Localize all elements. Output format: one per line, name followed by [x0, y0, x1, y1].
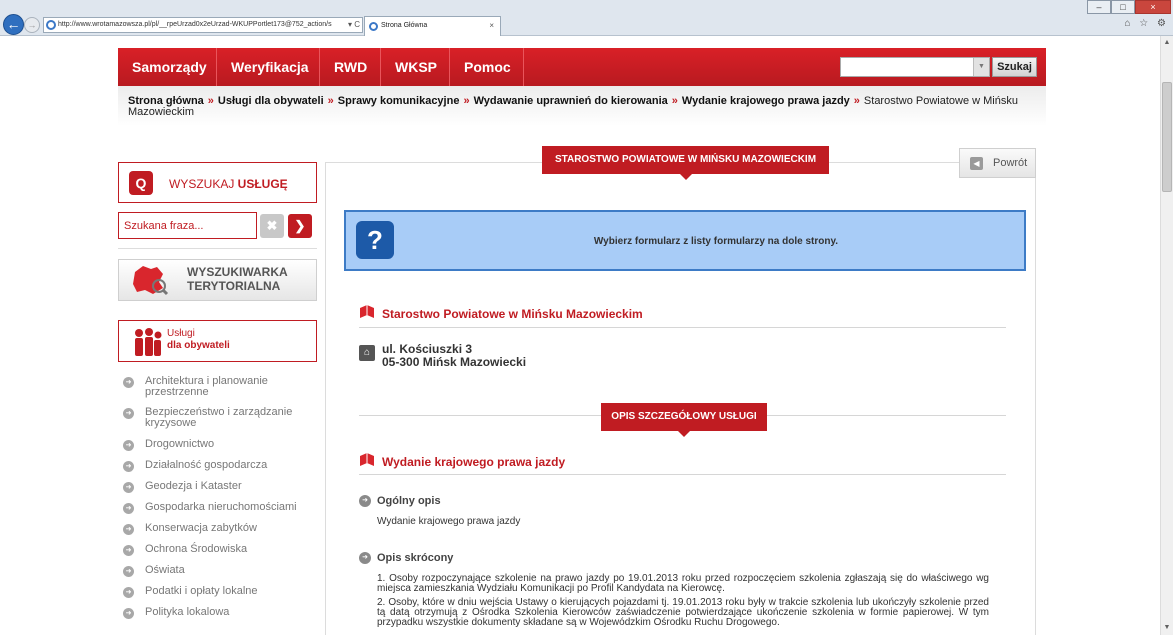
arrow-right-icon: ➜	[123, 608, 134, 619]
arrow-right-icon: ➜	[123, 440, 134, 451]
tab-close-icon[interactable]: ×	[489, 17, 494, 35]
menu-samorzady[interactable]: Samorządy	[132, 48, 207, 86]
window-controls: – □ ×	[1087, 0, 1171, 14]
chevron-down-icon[interactable]: ▼	[973, 58, 989, 76]
category-item[interactable]: ➜ Polityka lokalowa	[118, 607, 317, 619]
detail-ribbon: OPIS SZCZEGÓŁOWY USŁUGI	[601, 403, 767, 437]
general-text: Wydanie krajowego prawa jazdy	[377, 516, 521, 527]
back-arrow-icon[interactable]: ←	[3, 14, 24, 35]
office-address: ul. Kościuszki 3 05-300 Mińsk Mazowiecki	[382, 342, 527, 369]
tab-favicon-icon	[369, 22, 378, 31]
citizens-services-box[interactable]: Usługi dla obywateli	[118, 320, 317, 362]
tab-title: Strona Główna	[381, 22, 428, 29]
category-item[interactable]: ➜ Podatki i opłaty lokalne	[118, 586, 317, 598]
back-button[interactable]: ◀ Powrót	[959, 148, 1036, 178]
window-titlebar: – □ ×	[0, 0, 1173, 14]
back-icon: ◀	[970, 157, 983, 170]
general-heading: Ogólny opis	[377, 495, 441, 507]
browser-tab[interactable]: Strona Główna ×	[364, 16, 501, 36]
arrow-right-icon: ➜	[123, 482, 134, 493]
question-icon: ?	[356, 221, 394, 259]
search-service-box[interactable]: Q WYSZUKAJ USŁUGĘ	[118, 162, 317, 203]
category-list: ➜ Architektura i planowanie przestrzenne …	[118, 372, 317, 619]
clear-icon[interactable]: ✖	[260, 214, 284, 238]
magnifier-icon: Q	[129, 171, 153, 195]
home-icon: ⌂	[359, 345, 375, 361]
category-item[interactable]: ➜ Drogownictwo	[118, 439, 317, 451]
menu-rwd[interactable]: RWD	[334, 48, 367, 86]
category-item[interactable]: ➜ Geodezja i Kataster	[118, 481, 317, 493]
arrow-right-icon: ➜	[123, 587, 134, 598]
scroll-up-icon[interactable]: ▲	[1161, 36, 1173, 50]
service-title: Wydanie krajowego prawa jazdy	[382, 455, 566, 469]
breadcrumb-bar: Strona główna» Usługi dla obywateli» Spraw…	[118, 86, 1046, 126]
page-scrollbar[interactable]: ▲ ▼	[1160, 36, 1173, 635]
arrow-right-icon: ➜	[123, 503, 134, 514]
scroll-down-icon[interactable]: ▼	[1161, 621, 1173, 635]
ie-page-icon	[46, 20, 56, 30]
category-item[interactable]: ➜ Oświata	[118, 565, 317, 577]
category-item[interactable]: ➜ Działalność gospodarcza	[118, 460, 317, 472]
top-search-input[interactable]: ▼	[840, 57, 990, 77]
category-item[interactable]: ➜ Konserwacja zabytków	[118, 523, 317, 535]
short-paragraph-2: 2. Osoby, które w dniu wejścia Ustawy o …	[377, 597, 989, 628]
people-icon	[135, 328, 162, 356]
browser-navbar: ← → http://www.wrotamazowsza.pl/pl/__rpe…	[0, 14, 1173, 36]
map-icon	[133, 266, 169, 296]
office-ribbon: STAROSTWO POWIATOWE W MIŃSKU MAZOWIECKIM	[542, 146, 829, 180]
scroll-thumb[interactable]	[1162, 82, 1172, 192]
top-search-button[interactable]: Szukaj	[992, 57, 1037, 77]
arrow-right-icon: ➜	[123, 461, 134, 472]
breadcrumb-item[interactable]: Usługi dla obywateli	[218, 95, 324, 107]
arrow-right-icon: ➜	[359, 495, 371, 507]
minimize-button[interactable]: –	[1087, 0, 1111, 14]
arrow-right-icon: ➜	[123, 408, 134, 419]
arrow-right-icon: ➜	[123, 545, 134, 556]
category-item[interactable]: ➜ Bezpieczeństwo i zarządzanie kryzysowe	[118, 407, 317, 429]
arrow-right-icon: ➜	[123, 566, 134, 577]
breadcrumb-item[interactable]: Wydanie krajowego prawa jazdy	[682, 95, 850, 107]
breadcrumb-item[interactable]: Sprawy komunikacyjne	[338, 95, 460, 107]
short-paragraph-1: 1. Osoby rozpoczynające szkolenie na pra…	[377, 573, 989, 594]
book-icon	[360, 305, 374, 318]
address-bar[interactable]: http://www.wrotamazowsza.pl/pl/__rpeUrza…	[43, 17, 363, 33]
breadcrumb: Strona główna» Usługi dla obywateli» Spraw…	[128, 95, 1018, 118]
address-text: http://www.wrotamazowsza.pl/pl/__rpeUrza…	[58, 21, 332, 28]
arrow-right-icon: ➜	[359, 552, 371, 564]
arrow-right-icon: ➜	[123, 524, 134, 535]
arrow-right-icon: ➜	[123, 377, 134, 388]
menu-wksp[interactable]: WKSP	[395, 48, 437, 86]
browser-tool-icons[interactable]: ⌂ ☆ ⚙	[1124, 18, 1169, 29]
menu-pomoc[interactable]: Pomoc	[464, 48, 511, 86]
short-heading: Opis skrócony	[377, 552, 454, 564]
info-box: ? Wybierz formularz z listy formularzy n…	[344, 210, 1026, 271]
forward-arrow-icon[interactable]: →	[24, 17, 40, 33]
maximize-button[interactable]: □	[1111, 0, 1135, 14]
office-title: Starostwo Powiatowe w Mińsku Mazowieckim	[382, 307, 643, 321]
close-window-button[interactable]: ×	[1135, 0, 1171, 14]
category-item[interactable]: ➜ Ochrona Środowiska	[118, 544, 317, 556]
book-icon	[360, 453, 374, 466]
breadcrumb-item[interactable]: Wydawanie uprawnień do kierowania	[474, 95, 668, 107]
search-go-icon[interactable]: ❯	[288, 214, 312, 238]
category-item[interactable]: ➜ Architektura i planowanie przestrzenne	[118, 376, 317, 398]
address-controls[interactable]: ▾ C	[344, 18, 360, 32]
territorial-search-box[interactable]: WYSZUKIWARKA TERYTORIALNA	[118, 259, 317, 301]
menu-weryfikacja[interactable]: Weryfikacja	[231, 48, 309, 86]
phrase-input[interactable]: Szukana fraza...	[118, 212, 257, 239]
category-item[interactable]: ➜ Gospodarka nieruchomościami	[118, 502, 317, 514]
top-menu: Samorządy Weryfikacja RWD WKSP Pomoc ▼ S…	[118, 48, 1046, 86]
